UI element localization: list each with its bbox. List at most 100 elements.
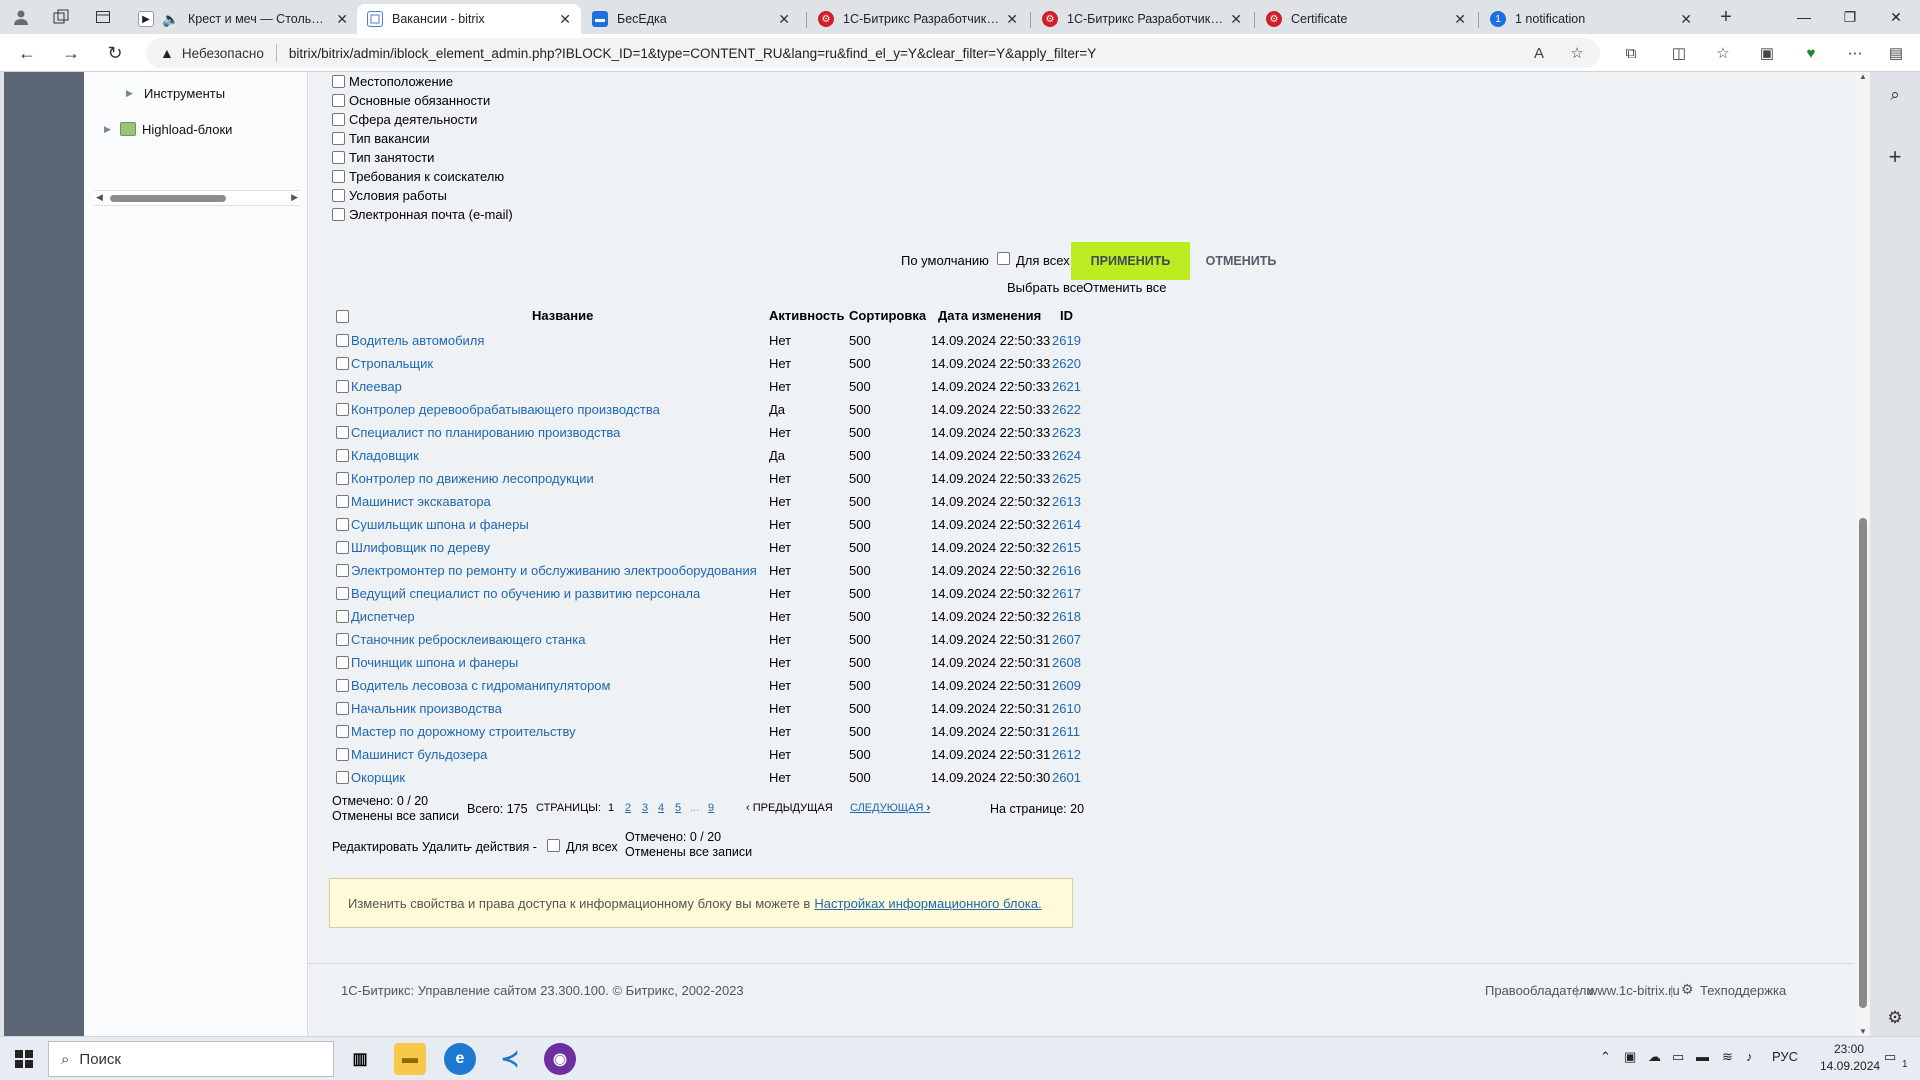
- delete-action[interactable]: Удалить: [422, 840, 470, 854]
- refresh-icon[interactable]: ↻: [102, 41, 128, 65]
- forward-icon[interactable]: →: [58, 41, 84, 65]
- row-name-link[interactable]: Контролер деревообрабатывающего производ…: [351, 402, 660, 417]
- row-name-link[interactable]: Электромонтер по ремонту и обслуживанию …: [351, 563, 757, 578]
- row-id-link[interactable]: 2625: [1052, 471, 1081, 486]
- field-option[interactable]: Тип вакансии: [332, 129, 430, 147]
- clock-date[interactable]: 14.09.2024: [1820, 1059, 1880, 1073]
- sidebar-toggle-icon[interactable]: ▤: [1885, 42, 1907, 64]
- row-name-link[interactable]: Станочник ребросклеивающего станка: [351, 632, 585, 647]
- close-icon[interactable]: ✕: [336, 11, 348, 28]
- tab-3[interactable]: ▬ БесЕдка ✕: [582, 4, 800, 34]
- favorites-icon[interactable]: ☆: [1712, 42, 1734, 64]
- row-id-link[interactable]: 2615: [1052, 540, 1081, 555]
- row-name-link[interactable]: Начальник производства: [351, 701, 502, 716]
- row-id-link[interactable]: 2612: [1052, 747, 1081, 762]
- row-checkbox[interactable]: [336, 495, 349, 508]
- clock-time[interactable]: 23:00: [1834, 1042, 1864, 1056]
- row-id-link[interactable]: 2621: [1052, 379, 1081, 394]
- row-checkbox[interactable]: [336, 426, 349, 439]
- table-row[interactable]: Шлифовщик по дереву Нет 500 14.09.2024 22:5…: [308, 537, 1208, 560]
- row-id-link[interactable]: 2622: [1052, 402, 1081, 417]
- row-id-link[interactable]: 2613: [1052, 494, 1081, 509]
- table-row[interactable]: Специалист по планированию производства Н…: [308, 422, 1208, 445]
- checkbox[interactable]: [332, 93, 345, 107]
- close-icon[interactable]: ✕: [1680, 11, 1692, 28]
- wifi-icon[interactable]: ≋: [1722, 1049, 1733, 1065]
- checkbox[interactable]: [332, 150, 345, 164]
- tab-6[interactable]: ⚙ Certificate ✕: [1256, 4, 1476, 34]
- col-sort-header[interactable]: Сортировка: [849, 308, 926, 323]
- page-link[interactable]: 9: [708, 802, 714, 814]
- menu-item-highload[interactable]: ▶ Highload-блоки: [104, 118, 232, 140]
- checkbox[interactable]: [332, 112, 345, 126]
- field-option[interactable]: Требования к соискателю: [332, 167, 504, 185]
- deselect-all-link[interactable]: Отменить все: [1083, 280, 1167, 295]
- row-checkbox[interactable]: [336, 449, 349, 462]
- row-checkbox[interactable]: [336, 403, 349, 416]
- row-checkbox[interactable]: [336, 633, 349, 646]
- workspaces-icon[interactable]: [50, 6, 72, 28]
- expand-arrow-icon[interactable]: ▶: [126, 88, 138, 99]
- vscode-icon[interactable]: ≺: [494, 1043, 526, 1075]
- close-icon[interactable]: ✕: [1006, 11, 1018, 28]
- table-row[interactable]: Водитель автомобиля Нет 500 14.09.2024 22:5…: [308, 330, 1208, 353]
- tab-2[interactable]: Вакансии - bitrix ✕: [357, 4, 581, 34]
- browser-essentials-icon[interactable]: ♥: [1800, 42, 1822, 64]
- field-option[interactable]: Электронная почта (e-mail): [332, 205, 513, 223]
- speaker-icon[interactable]: 🔈: [162, 11, 179, 27]
- checkbox[interactable]: [332, 169, 345, 183]
- select-all-checkbox[interactable]: [336, 310, 349, 323]
- add-icon[interactable]: +: [1884, 144, 1906, 169]
- close-icon[interactable]: ✕: [559, 11, 571, 28]
- horizontal-scrollbar[interactable]: ◀ ▶: [94, 190, 300, 206]
- select-all-link[interactable]: Выбрать все: [1007, 280, 1083, 295]
- page-link[interactable]: 2: [625, 802, 631, 814]
- col-id-header[interactable]: ID: [1060, 308, 1073, 323]
- next-page-button[interactable]: СЛЕДУЮЩАЯ ›: [850, 802, 930, 814]
- new-tab-icon[interactable]: +: [1715, 6, 1737, 28]
- row-name-link[interactable]: Контролер по движению лесопродукции: [351, 471, 594, 486]
- table-row[interactable]: Мастер по дорожному строительству Нет 500 1…: [308, 721, 1208, 744]
- scroll-thumb[interactable]: [1859, 518, 1867, 1008]
- table-row[interactable]: Машинист экскаватора Нет 500 14.09.2024 22:…: [308, 491, 1208, 514]
- close-icon[interactable]: ✕: [1454, 11, 1466, 28]
- row-name-link[interactable]: Машинист экскаватора: [351, 494, 491, 509]
- table-row[interactable]: Станочник ребросклеивающего станка Нет 500…: [308, 629, 1208, 652]
- more-icon[interactable]: ⋯: [1844, 42, 1866, 64]
- row-id-link[interactable]: 2611: [1052, 724, 1080, 739]
- row-name-link[interactable]: Мастер по дорожному строительству: [351, 724, 576, 739]
- warning-icon[interactable]: ▲: [160, 45, 174, 61]
- table-row[interactable]: Кладовщик Да 500 14.09.2024 22:50:33 2624: [308, 445, 1208, 468]
- apply-button[interactable]: ПРИМЕНИТЬ: [1071, 242, 1190, 280]
- col-name-header[interactable]: Название: [532, 308, 593, 323]
- row-id-link[interactable]: 2620: [1052, 356, 1081, 371]
- row-id-link[interactable]: 2618: [1052, 609, 1081, 624]
- tab-1[interactable]: ▶ 🔈 Крест и меч — Стольный ✕: [128, 4, 358, 34]
- row-id-link[interactable]: 2624: [1052, 448, 1081, 463]
- search-icon[interactable]: ⌕: [1884, 84, 1906, 106]
- edit-action[interactable]: Редактировать: [332, 840, 418, 854]
- volume-icon[interactable]: ♪: [1746, 1049, 1753, 1064]
- close-icon[interactable]: ✕: [778, 11, 790, 28]
- file-explorer-icon[interactable]: ▬: [394, 1043, 426, 1075]
- row-name-link[interactable]: Сушильщик шпона и фанеры: [351, 517, 529, 532]
- table-row[interactable]: Стропальщик Нет 500 14.09.2024 22:50:33 2620: [308, 353, 1208, 376]
- read-aloud-icon[interactable]: A: [1528, 42, 1550, 64]
- tray-app-icon[interactable]: ▣: [1624, 1049, 1636, 1065]
- app-icon[interactable]: ◉: [544, 1043, 576, 1075]
- restore-icon[interactable]: ❐: [1827, 0, 1873, 34]
- tab-5[interactable]: ⚙ 1С-Битрикс Разработчикам - ✕: [1032, 4, 1252, 34]
- taskbar-search[interactable]: ⌕ Поиск: [48, 1041, 334, 1077]
- row-id-link[interactable]: 2614: [1052, 517, 1081, 532]
- for-all-actions-checkbox[interactable]: [547, 839, 560, 852]
- row-id-link[interactable]: 2609: [1052, 678, 1081, 693]
- field-option[interactable]: Основные обязанности: [332, 91, 490, 109]
- row-checkbox[interactable]: [336, 564, 349, 577]
- for-all-checkbox[interactable]: [997, 252, 1010, 265]
- notification-center-icon[interactable]: ▭: [1884, 1049, 1896, 1065]
- tray-monitor-icon[interactable]: ▭: [1672, 1049, 1684, 1065]
- split-screen-icon[interactable]: ◫: [1668, 42, 1690, 64]
- row-name-link[interactable]: Водитель лесовоза с гидроманипулятором: [351, 678, 610, 693]
- row-name-link[interactable]: Починщик шпона и фанеры: [351, 655, 518, 670]
- row-checkbox[interactable]: [336, 610, 349, 623]
